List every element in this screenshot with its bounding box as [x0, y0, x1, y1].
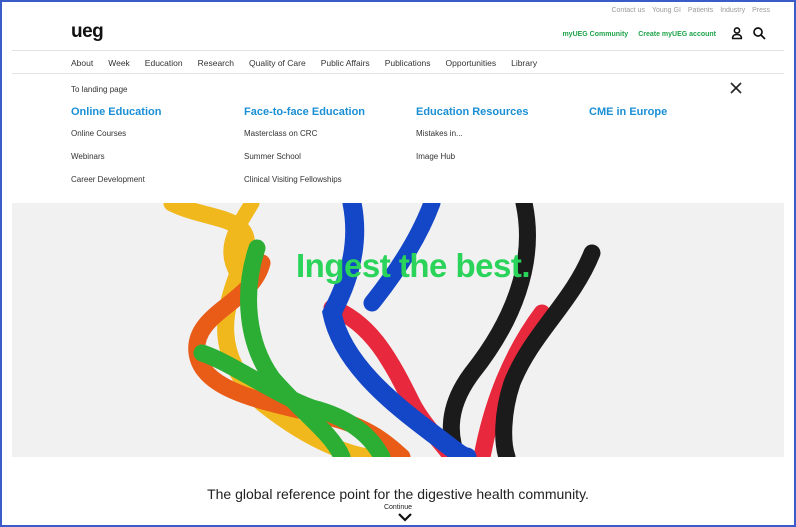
- nav-item-week[interactable]: Week: [108, 58, 130, 68]
- education-mega-menu: To landing page Online Education Online …: [12, 74, 784, 203]
- menu-link-masterclass-crc[interactable]: Masterclass on CRC: [244, 129, 365, 138]
- menu-link-webinars[interactable]: Webinars: [71, 152, 161, 161]
- menu-link-mistakes-in[interactable]: Mistakes in...: [416, 129, 528, 138]
- user-icon[interactable]: [730, 26, 744, 40]
- menu-link-clinical-fellowships[interactable]: Clinical Visiting Fellowships: [244, 175, 365, 184]
- nav-item-about[interactable]: About: [71, 58, 93, 68]
- nav-item-opportunities[interactable]: Opportunities: [446, 58, 497, 68]
- nav-item-research[interactable]: Research: [198, 58, 234, 68]
- menu-link-online-courses[interactable]: Online Courses: [71, 129, 161, 138]
- menu-heading-online-education[interactable]: Online Education: [71, 106, 161, 118]
- mission-statement: The global reference point for the diges…: [207, 486, 589, 502]
- close-icon[interactable]: [730, 82, 742, 94]
- search-icon[interactable]: [752, 26, 766, 40]
- landing-page-link[interactable]: To landing page: [71, 85, 128, 94]
- chevron-down-icon[interactable]: [398, 513, 412, 522]
- hero-banner: Ingest the best.: [12, 203, 784, 457]
- site-logo[interactable]: ueg: [71, 21, 104, 43]
- menu-column-education-resources: Education Resources Mistakes in... Image…: [416, 106, 528, 175]
- menu-heading-education-resources[interactable]: Education Resources: [416, 106, 528, 118]
- menu-column-cme: CME in Europe: [589, 106, 667, 129]
- main-nav: About Week Education Research Quality of…: [71, 58, 537, 68]
- menu-column-online-education: Online Education Online Courses Webinars…: [71, 106, 161, 198]
- nav-item-education[interactable]: Education: [145, 58, 183, 68]
- continue-link[interactable]: Continue: [0, 504, 796, 511]
- utility-link-industry[interactable]: Industry: [720, 7, 745, 14]
- account-links: myUEG Community Create myUEG account: [562, 31, 716, 38]
- create-account-link[interactable]: Create myUEG account: [638, 31, 716, 38]
- utility-link-young-gi[interactable]: Young GI: [652, 7, 681, 14]
- menu-link-career-development[interactable]: Career Development: [71, 175, 161, 184]
- utility-links: Contact us Young GI Patients Industry Pr…: [611, 7, 770, 14]
- menu-heading-face-to-face[interactable]: Face-to-face Education: [244, 106, 365, 118]
- menu-column-face-to-face: Face-to-face Education Masterclass on CR…: [244, 106, 365, 198]
- community-link[interactable]: myUEG Community: [562, 31, 628, 38]
- nav-item-publications[interactable]: Publications: [385, 58, 431, 68]
- menu-heading-cme-in-europe[interactable]: CME in Europe: [589, 106, 667, 118]
- utility-link-patients[interactable]: Patients: [688, 7, 713, 14]
- nav-item-library[interactable]: Library: [511, 58, 537, 68]
- menu-link-summer-school[interactable]: Summer School: [244, 152, 365, 161]
- nav-item-public-affairs[interactable]: Public Affairs: [321, 58, 370, 68]
- nav-item-quality-of-care[interactable]: Quality of Care: [249, 58, 306, 68]
- header-divider: [12, 50, 784, 51]
- utility-link-press[interactable]: Press: [752, 7, 770, 14]
- hero-tagline: Ingest the best.: [296, 247, 531, 284]
- tangled-tubes-image: [163, 203, 601, 457]
- utility-link-contact[interactable]: Contact us: [611, 7, 644, 14]
- menu-link-image-hub[interactable]: Image Hub: [416, 152, 528, 161]
